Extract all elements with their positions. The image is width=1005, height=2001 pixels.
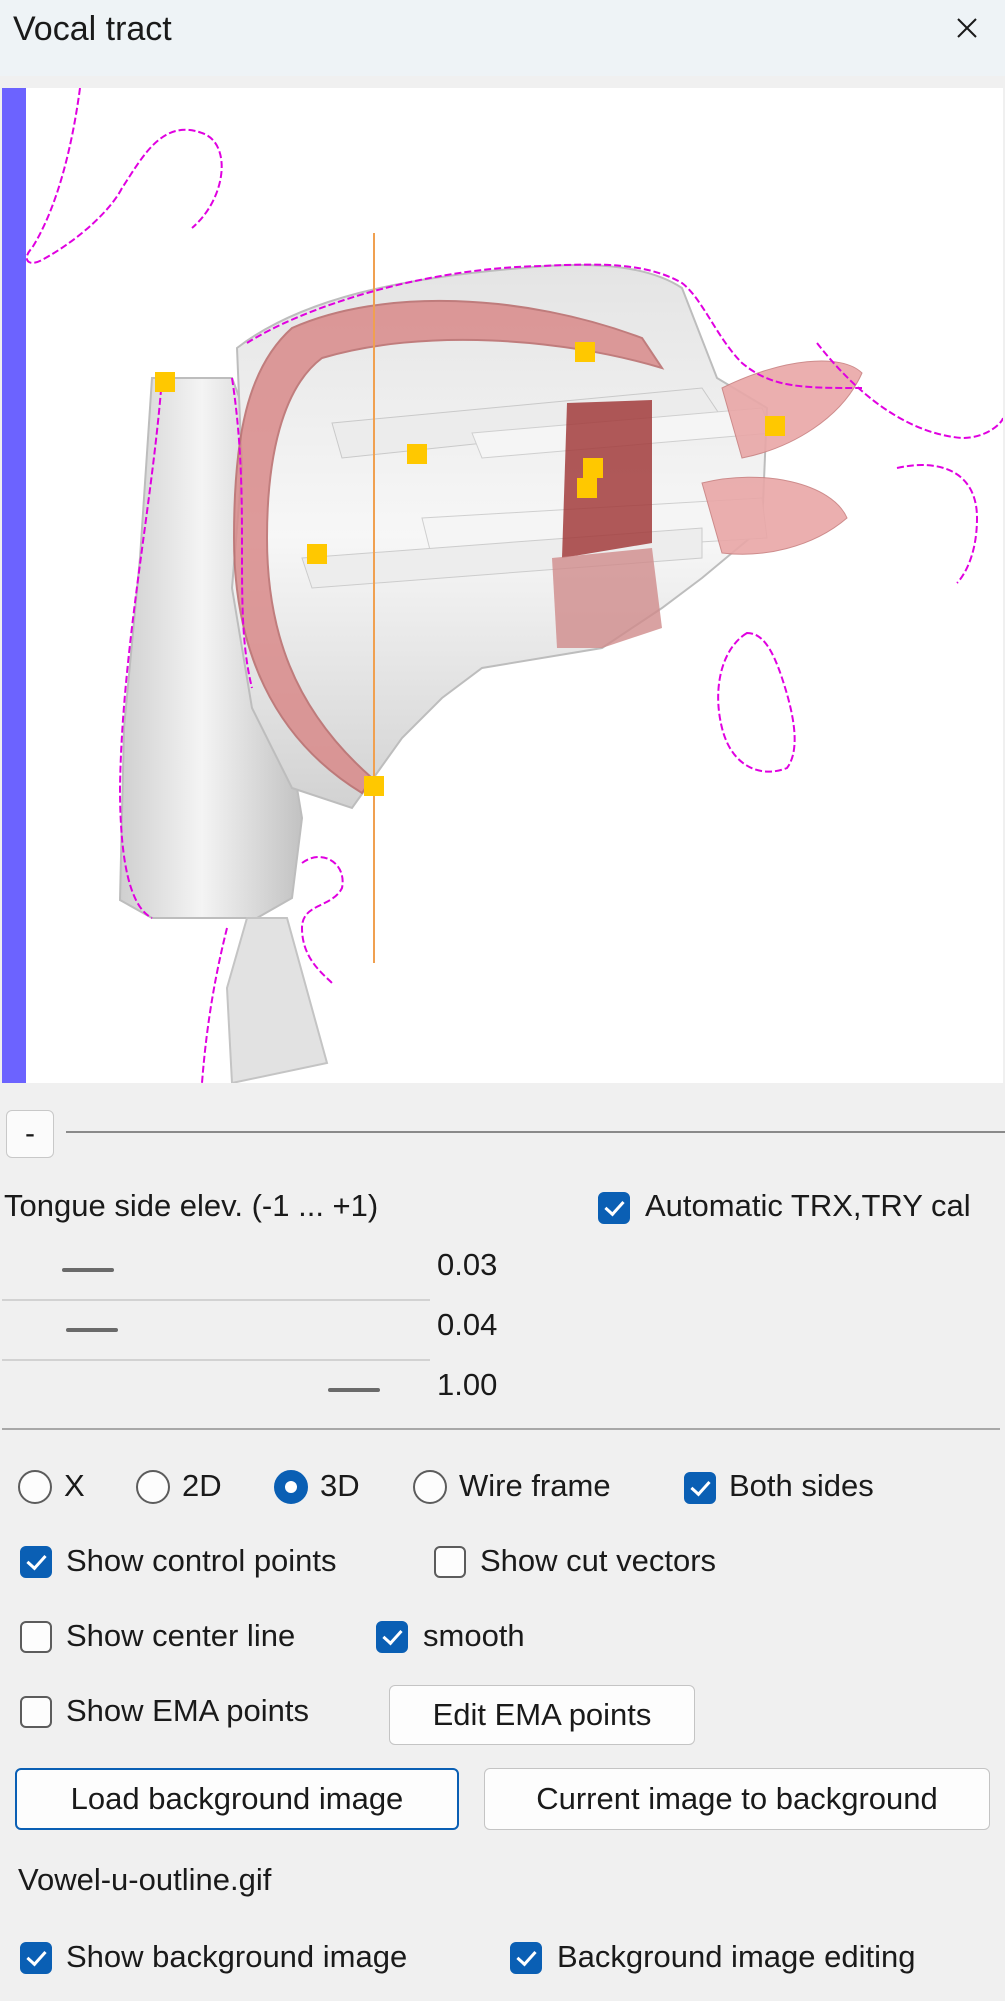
tongue-side-label: Tongue side elev. (-1 ... +1)	[4, 1188, 379, 1223]
smooth-checkbox[interactable]	[376, 1621, 408, 1653]
divider	[2, 1428, 1000, 1430]
current-image-to-background-button[interactable]: Current image to background	[484, 1768, 990, 1830]
tongue-blade	[552, 548, 662, 648]
window-title: Vocal tract	[13, 10, 172, 48]
slider-value-1: 0.03	[437, 1247, 498, 1282]
slider-thumb[interactable]	[328, 1388, 380, 1392]
close-button[interactable]	[936, 6, 998, 50]
outline-skull	[25, 88, 223, 264]
background-image-editing-checkbox[interactable]	[510, 1942, 542, 1974]
show-control-points-label: Show control points	[66, 1543, 337, 1578]
radio-3d[interactable]	[274, 1470, 308, 1504]
tongue-tip	[562, 400, 652, 558]
slider-track	[2, 1299, 430, 1301]
show-control-points-checkbox[interactable]	[20, 1546, 52, 1578]
slider-value-3: 1.00	[437, 1367, 498, 1402]
show-ema-points-checkbox[interactable]	[20, 1696, 52, 1728]
edit-ema-points-button[interactable]: Edit EMA points	[389, 1685, 695, 1745]
radio-2d[interactable]	[136, 1470, 170, 1504]
radio-2d-label: 2D	[182, 1468, 222, 1503]
radio-wire-frame[interactable]	[413, 1470, 447, 1504]
show-ema-points-label: Show EMA points	[66, 1693, 309, 1728]
both-sides-label: Both sides	[729, 1468, 874, 1503]
vocal-tract-viewport[interactable]	[2, 88, 1003, 1083]
show-cut-vectors-checkbox[interactable]	[434, 1546, 466, 1578]
show-cut-vectors-label: Show cut vectors	[480, 1543, 717, 1578]
param-slider-1[interactable]	[2, 1243, 430, 1301]
auto-trx-checkbox[interactable]	[598, 1192, 630, 1224]
show-background-image-label: Show background image	[66, 1939, 408, 1974]
close-icon	[957, 18, 977, 38]
radio-x-label: X	[64, 1468, 85, 1503]
title-bar: Vocal tract	[0, 0, 1005, 76]
smooth-label: smooth	[423, 1618, 525, 1653]
slider-thumb[interactable]	[62, 1268, 114, 1272]
param-slider-2[interactable]	[2, 1303, 430, 1361]
auto-trx-label: Automatic TRX,TRY cal	[645, 1188, 971, 1223]
show-background-image-checkbox[interactable]	[20, 1942, 52, 1974]
trachea-shape	[225, 917, 329, 1083]
control-point[interactable]	[575, 342, 595, 362]
load-background-button[interactable]: Load background image	[15, 1768, 459, 1830]
background-image-editing-label: Background image editing	[557, 1939, 916, 1974]
show-center-line-checkbox[interactable]	[20, 1621, 52, 1653]
outline-chin	[717, 631, 796, 773]
control-point[interactable]	[577, 478, 597, 498]
minus-button[interactable]: -	[6, 1110, 54, 1158]
scroll-track[interactable]	[66, 1131, 1005, 1133]
radio-wire-frame-label: Wire frame	[459, 1468, 611, 1503]
radio-3d-label: 3D	[320, 1468, 360, 1503]
control-point[interactable]	[155, 372, 175, 392]
side-bar	[2, 88, 26, 1083]
both-sides-checkbox[interactable]	[684, 1472, 716, 1504]
control-point[interactable]	[765, 416, 785, 436]
background-file-name: Vowel-u-outline.gif	[18, 1862, 272, 1897]
radio-x[interactable]	[18, 1470, 52, 1504]
show-center-line-label: Show center line	[66, 1618, 296, 1653]
upper-lip	[721, 360, 863, 459]
control-point[interactable]	[407, 444, 427, 464]
control-point[interactable]	[364, 776, 384, 796]
lower-lip	[701, 476, 848, 555]
slider-track	[2, 1359, 430, 1361]
slider-thumb[interactable]	[66, 1328, 118, 1332]
slider-value-2: 0.04	[437, 1307, 498, 1342]
control-point[interactable]	[583, 458, 603, 478]
param-slider-3[interactable]	[2, 1363, 430, 1421]
control-point[interactable]	[307, 544, 327, 564]
